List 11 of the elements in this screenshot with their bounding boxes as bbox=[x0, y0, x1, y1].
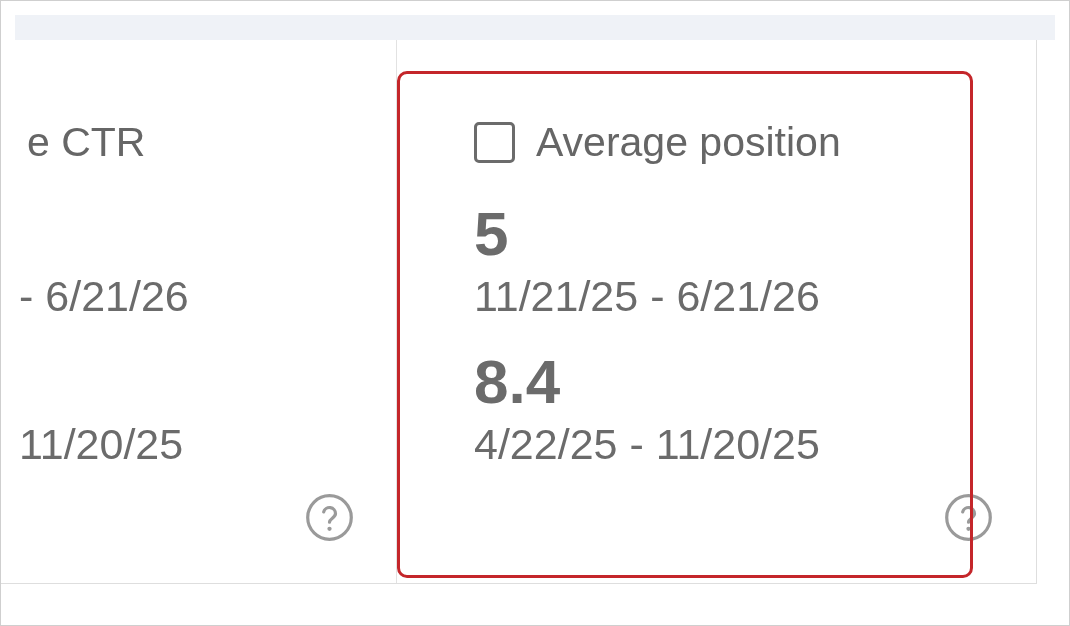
checkbox[interactable] bbox=[474, 122, 515, 163]
date-range: 11/21/25 - 6/21/26 bbox=[474, 275, 820, 318]
metric-label: Average position bbox=[536, 122, 841, 163]
date-range: 11/20/25 bbox=[19, 423, 184, 466]
metric-value: 8.4 bbox=[474, 351, 561, 413]
help-icon[interactable] bbox=[945, 494, 992, 541]
date-range: 4/22/25 - 11/20/25 bbox=[474, 423, 820, 466]
metric-value: 5 bbox=[474, 203, 509, 265]
date-range: - 6/21/26 bbox=[19, 275, 189, 318]
help-icon[interactable] bbox=[306, 494, 353, 541]
metric-label: e CTR bbox=[27, 122, 146, 163]
